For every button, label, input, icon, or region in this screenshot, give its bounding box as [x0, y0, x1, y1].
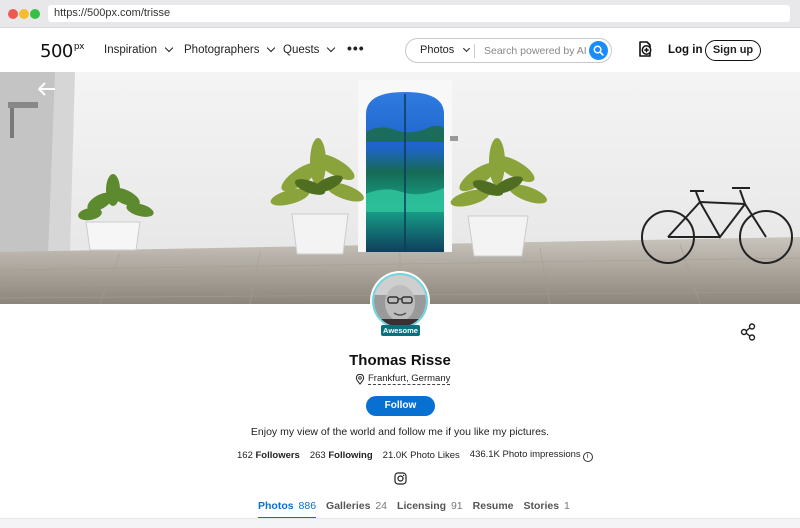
- browser-chrome: https://500px.com/trisse: [0, 0, 800, 28]
- search-icon: [593, 45, 604, 56]
- tab-galleries-label: Galleries: [326, 500, 371, 512]
- tab-stories-count: 1: [564, 500, 570, 512]
- following-count: 263: [309, 450, 326, 461]
- chevron-down-icon: [327, 43, 336, 53]
- nav-inspiration-label: Inspiration: [104, 44, 158, 56]
- chevron-down-icon: [267, 43, 276, 53]
- nav-inspiration[interactable]: Inspiration: [104, 43, 174, 56]
- signup-button[interactable]: Sign up: [705, 40, 761, 61]
- following-label: Following: [328, 450, 373, 461]
- more-menu-button[interactable]: •••: [347, 40, 365, 56]
- impressions-text: 436.1K Photo impressions: [469, 449, 581, 460]
- tab-stories-label: Stories: [523, 500, 560, 512]
- followers-stat[interactable]: 162 Followers: [237, 450, 300, 461]
- search-button[interactable]: [589, 41, 608, 60]
- tab-stories[interactable]: Stories 1: [524, 500, 570, 519]
- window-minimize-dot[interactable]: [19, 9, 29, 19]
- location-text: Frankfurt, Germany: [368, 373, 451, 385]
- address-bar[interactable]: https://500px.com/trisse: [48, 5, 790, 22]
- avatar[interactable]: [370, 271, 430, 331]
- search-scope-label: Photos: [420, 44, 455, 56]
- photo-likes-stat: 21.0K Photo Likes: [382, 450, 460, 461]
- profile-name: Thomas Risse: [349, 352, 451, 369]
- chevron-down-icon: [463, 44, 471, 53]
- follow-button[interactable]: Follow: [366, 396, 435, 416]
- logo[interactable]: 500px: [40, 41, 84, 62]
- avatar-image: [372, 273, 428, 329]
- nav-photographers[interactable]: Photographers: [184, 43, 276, 56]
- cover-photo-image: [0, 72, 800, 304]
- search-bar: Photos: [405, 38, 612, 63]
- status-badge: Awesome: [381, 325, 420, 336]
- search-divider: [474, 44, 475, 58]
- tab-resume-label: Resume: [472, 500, 514, 512]
- cover-photo: [0, 72, 800, 304]
- nav-quests-label: Quests: [283, 44, 320, 56]
- instagram-icon[interactable]: [394, 472, 407, 485]
- tab-photos-count: 886: [298, 500, 317, 512]
- followers-count: 162: [237, 450, 253, 461]
- window-maximize-dot[interactable]: [30, 9, 40, 19]
- followers-label: Followers: [255, 450, 300, 461]
- profile-bio: Enjoy my view of the world and follow me…: [250, 426, 550, 438]
- location-pin-icon: [355, 373, 365, 385]
- nav-photographers-label: Photographers: [184, 44, 260, 56]
- following-stat[interactable]: 263 Following: [310, 450, 373, 461]
- chevron-down-icon: [164, 43, 174, 53]
- profile-location[interactable]: Frankfurt, Germany: [355, 373, 451, 385]
- top-nav: 500px Inspiration Photographers Quests •…: [0, 28, 800, 72]
- tab-licensing-count: 91: [450, 500, 463, 512]
- search-scope-select[interactable]: Photos: [420, 44, 471, 56]
- tab-licensing[interactable]: Licensing 91: [397, 500, 463, 519]
- search-input[interactable]: [484, 43, 586, 59]
- content-area-top: [0, 518, 800, 528]
- logo-text: 500: [40, 41, 73, 62]
- window-close-dot[interactable]: [8, 9, 18, 19]
- logo-sup: px: [73, 42, 85, 52]
- tab-licensing-label: Licensing: [397, 500, 447, 512]
- info-icon[interactable]: i: [582, 452, 593, 462]
- profile-stats: 162 Followers 263 Following 21.0K Photo …: [237, 449, 593, 462]
- upload-icon[interactable]: [636, 40, 654, 58]
- tab-galleries-count: 24: [375, 500, 388, 512]
- tab-photos[interactable]: Photos 886: [258, 500, 317, 519]
- profile-tabs: Photos 886 Galleries 24 Licensing 91 Res…: [258, 500, 570, 519]
- tab-photos-label: Photos: [258, 500, 294, 512]
- share-icon[interactable]: [740, 323, 756, 341]
- nav-quests[interactable]: Quests: [283, 43, 336, 56]
- tab-resume[interactable]: Resume: [473, 500, 514, 519]
- back-arrow-icon[interactable]: [38, 82, 56, 96]
- login-button[interactable]: Log in: [668, 44, 703, 56]
- impressions-stat: 436.1K Photo impressions i: [470, 449, 593, 462]
- tab-galleries[interactable]: Galleries 24: [326, 500, 387, 519]
